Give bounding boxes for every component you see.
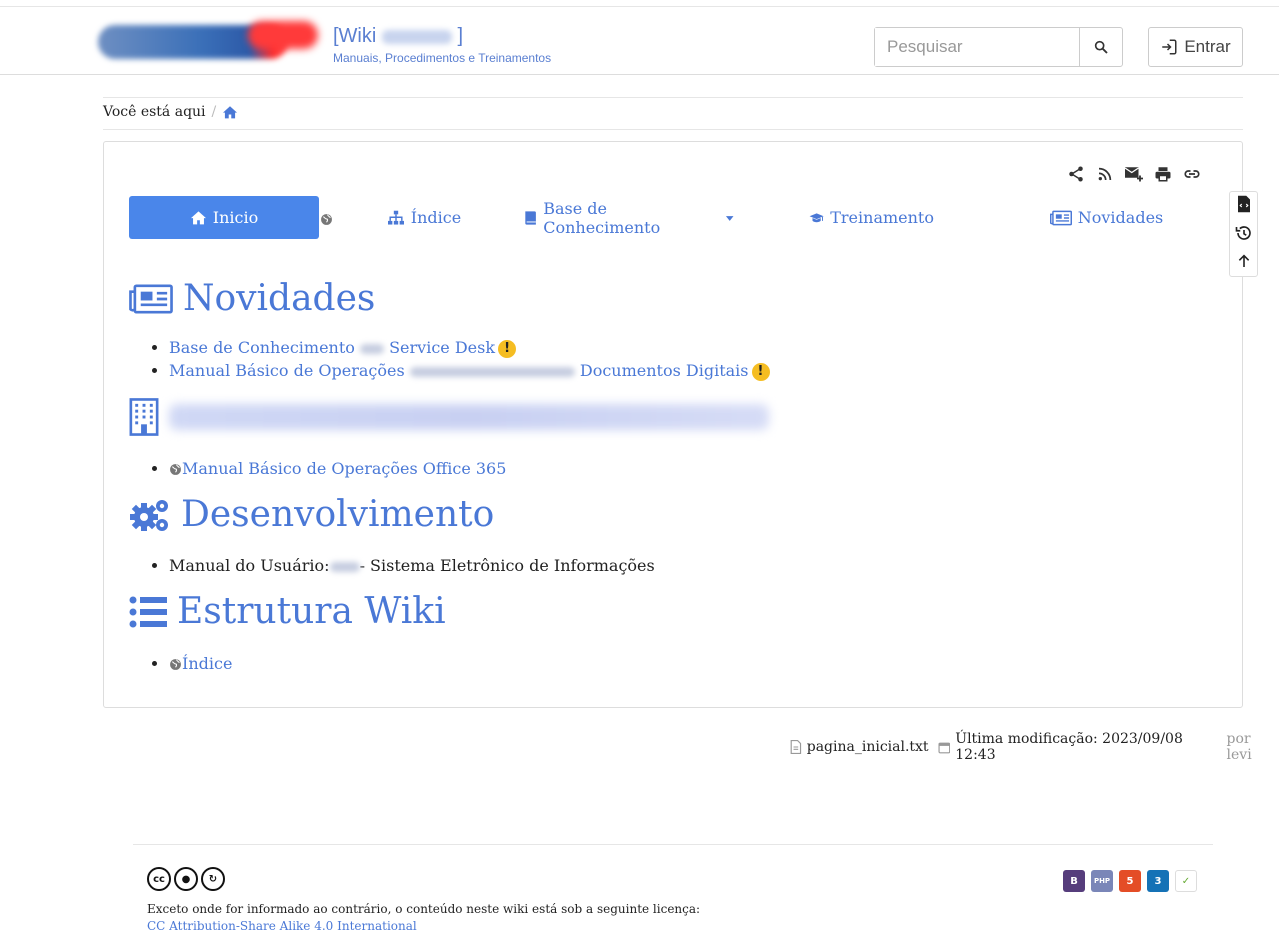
list-item: Manual Básico de Operações Office 365 xyxy=(169,457,506,480)
desenvolvimento-list: Manual do Usuário:- Sistema Eletrônico d… xyxy=(149,554,655,577)
sitemap-icon xyxy=(387,210,404,225)
search-button[interactable] xyxy=(1079,28,1122,66)
search-form xyxy=(874,27,1123,67)
link-office-365[interactable]: Manual Básico de Operações Office 365 xyxy=(182,459,506,478)
cogs-icon xyxy=(130,499,168,531)
newspaper-icon xyxy=(1049,210,1072,225)
cc-license-logo[interactable]: cc ● ↻ xyxy=(147,867,225,891)
caret-down-icon xyxy=(725,215,734,221)
page-side-tools xyxy=(1229,191,1258,277)
novidades-list: Base de Conhecimento Service Desk! Manua… xyxy=(149,336,770,382)
book-icon xyxy=(525,210,536,225)
section-heading-estrutura-wiki: Estrutura Wiki xyxy=(129,591,446,632)
site-logo[interactable] xyxy=(98,19,318,67)
redacted-list: Manual Básico de Operações Office 365 xyxy=(149,457,506,480)
back-to-top-icon[interactable] xyxy=(1236,253,1252,273)
site-header: [Wiki ] Manuais, Procedimentos e Treinam… xyxy=(0,7,1279,75)
list-item: Base de Conhecimento Service Desk! xyxy=(169,336,770,359)
section-heading-novidades: Novidades xyxy=(129,278,375,319)
license-link[interactable]: CC Attribution-Share Alike 4.0 Internati… xyxy=(147,919,417,933)
nav-item-inicio[interactable]: Inicio xyxy=(129,196,319,239)
site-subtitle: Manuais, Procedimentos e Treinamentos xyxy=(333,51,552,65)
php-icon[interactable]: PHP xyxy=(1091,870,1113,892)
dokuwiki-icon[interactable]: ✓ xyxy=(1175,870,1197,892)
main-nav: Inicio Índice Base de Conhecimento Trein… xyxy=(129,196,1219,240)
html5-icon[interactable]: 5 xyxy=(1119,870,1141,892)
license-text: Exceto onde for informado ao contrário, … xyxy=(147,902,701,916)
divider xyxy=(103,97,1243,98)
cc-sa-icon: ↻ xyxy=(201,867,225,891)
share-icon[interactable] xyxy=(1066,164,1086,184)
footer-divider xyxy=(133,844,1213,845)
building-icon xyxy=(129,398,159,436)
bootstrap-icon[interactable]: B xyxy=(1063,870,1085,892)
email-icon[interactable] xyxy=(1124,164,1144,184)
newspaper-icon xyxy=(129,283,173,314)
link-base-conhecimento[interactable]: Base de Conhecimento Service Desk xyxy=(169,338,495,357)
tech-badges: B PHP 5 3 ✓ xyxy=(1063,870,1197,892)
file-icon xyxy=(790,740,802,754)
home-icon xyxy=(190,211,206,225)
home-icon[interactable] xyxy=(222,105,238,119)
divider xyxy=(103,129,1243,130)
login-icon xyxy=(1162,39,1177,55)
list-item: Manual do Usuário:- Sistema Eletrônico d… xyxy=(169,554,655,577)
list-item: Manual Básico de Operações Documentos Di… xyxy=(169,359,770,382)
search-input[interactable] xyxy=(875,28,1079,66)
cc-by-icon: ● xyxy=(174,867,198,891)
css3-icon[interactable]: 3 xyxy=(1147,870,1169,892)
print-icon[interactable] xyxy=(1153,164,1173,184)
list-item: Índice xyxy=(169,652,232,675)
search-icon xyxy=(1094,40,1108,54)
history-icon[interactable] xyxy=(1235,224,1253,246)
list-icon xyxy=(129,596,167,627)
page-tools xyxy=(1066,164,1202,184)
redacted-text xyxy=(381,29,452,44)
estrutura-list: Índice xyxy=(149,652,232,675)
link-icon[interactable] xyxy=(1182,164,1202,184)
nav-item-treinamento[interactable]: Treinamento xyxy=(809,196,934,239)
warning-icon: ! xyxy=(751,362,770,381)
calendar-icon xyxy=(938,742,950,753)
site-title[interactable]: [Wiki ] xyxy=(333,25,463,48)
graduation-cap-icon xyxy=(809,212,824,222)
nav-item-base-conhecimento[interactable]: Base de Conhecimento xyxy=(524,196,734,239)
source-icon[interactable] xyxy=(1236,195,1252,217)
cc-icon: cc xyxy=(147,867,171,891)
breadcrumb: Você está aqui / xyxy=(103,104,238,120)
redacted-text xyxy=(169,404,769,430)
content-panel: Inicio Índice Base de Conhecimento Trein… xyxy=(103,141,1243,708)
link-indice[interactable]: Índice xyxy=(182,654,232,673)
nav-item-novidades[interactable]: Novidades xyxy=(1049,196,1164,239)
warning-icon: ! xyxy=(498,339,517,358)
section-heading-redacted xyxy=(129,398,769,436)
login-button[interactable]: Entrar xyxy=(1148,27,1243,67)
rss-icon[interactable] xyxy=(1095,164,1115,184)
globe-icon xyxy=(170,659,181,670)
page-meta: pagina_inicial.txt Última modificação: 2… xyxy=(790,731,1279,763)
link-manual-operacoes[interactable]: Manual Básico de Operações Documentos Di… xyxy=(169,361,749,380)
section-heading-desenvolvimento: Desenvolvimento xyxy=(129,494,494,535)
nav-item-indice[interactable]: Índice xyxy=(369,196,479,239)
globe-icon xyxy=(320,211,333,230)
globe-icon xyxy=(170,464,181,475)
